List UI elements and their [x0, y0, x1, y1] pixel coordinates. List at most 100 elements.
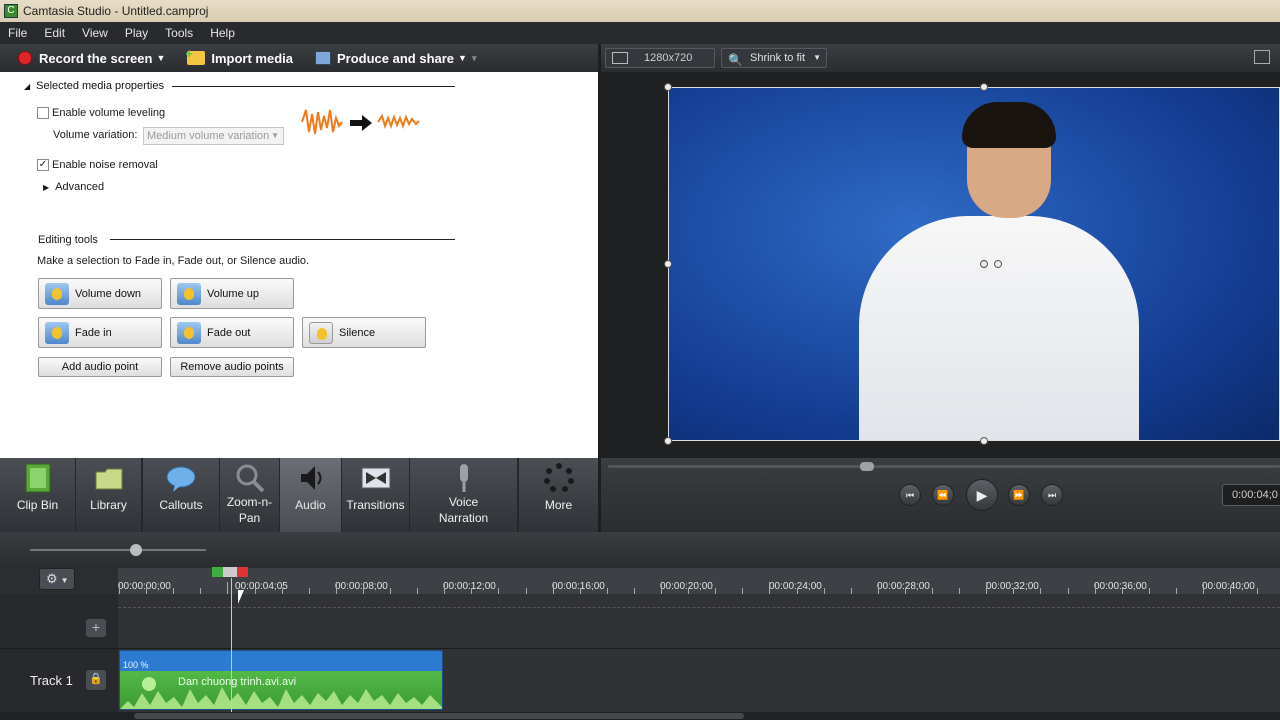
ruler-tick [661, 582, 662, 594]
presenter-body [859, 216, 1139, 440]
track-divider [0, 648, 1280, 649]
ruler-tick [552, 582, 554, 594]
ruler-label: 00:00:16;00 [552, 581, 605, 592]
menu-view[interactable]: View [82, 26, 108, 40]
volume-down-icon [45, 282, 69, 305]
selected-media-heading[interactable]: ◢ Selected media properties [24, 80, 164, 92]
produce-share-button[interactable]: Produce and share ▼ ▾ [314, 51, 477, 66]
silence-button[interactable]: Silence [302, 317, 426, 348]
resize-handle[interactable] [980, 83, 988, 91]
audio-video-clip[interactable]: 100 % Dan chuong trinh.avi.avi [119, 650, 443, 710]
tab-library[interactable]: Library [76, 458, 142, 532]
silence-icon [309, 321, 333, 344]
resize-handle[interactable] [664, 437, 672, 445]
film-icon [314, 51, 331, 65]
ruler-label: 00:00:40;00 [1202, 581, 1255, 592]
toolbar-overflow-icon[interactable]: ▾ [467, 53, 477, 64]
record-screen-button[interactable]: Record the screen ▼ [18, 51, 165, 66]
ruler-tick [227, 582, 229, 594]
play-button[interactable]: ▶ [966, 479, 998, 511]
lock-icon[interactable]: 🔒 [86, 670, 106, 690]
rotate-handle[interactable] [994, 260, 1002, 268]
preview-seek-thumb[interactable] [860, 462, 874, 471]
checkbox-empty-icon [37, 107, 49, 119]
import-media-label: Import media [211, 50, 293, 66]
tab-zoom-n-pan[interactable]: Zoom-n- Pan [220, 458, 280, 532]
volume-up-button[interactable]: Volume up [170, 278, 294, 309]
magnifier-icon [236, 464, 264, 493]
ruler-label: 00:00:20;00 [660, 581, 713, 592]
checkmark-icon: ✓ [37, 159, 49, 171]
tab-clip-bin[interactable]: Clip Bin [0, 458, 76, 532]
title-bar: C Camtasia Studio - Untitled.camproj [0, 0, 1280, 22]
tab-audio[interactable]: Audio [280, 458, 342, 532]
timeline-ruler[interactable]: 00:00:00;00 00:00:04;05 00:00:08;00 00:0… [118, 568, 1280, 594]
fade-in-button[interactable]: Fade in [38, 317, 162, 348]
volume-down-button[interactable]: Volume down [38, 278, 162, 309]
tab-voice-narration[interactable]: Voice Narration [410, 458, 518, 532]
timeline-zoom-slider[interactable] [30, 549, 206, 551]
chevron-down-icon: ▼ [60, 576, 69, 585]
timeline-settings-button[interactable]: ⚙ ▼ [39, 568, 75, 590]
canvas-dimensions-button[interactable]: 1280x720 [605, 48, 715, 68]
preview-seek-track[interactable] [608, 465, 1280, 468]
menu-file[interactable]: File [8, 26, 27, 40]
volume-leveling-checkbox[interactable]: Enable volume leveling [37, 107, 165, 119]
jump-start-button[interactable]: ⏮ [899, 484, 921, 506]
window-title: Camtasia Studio - Untitled.camproj [23, 4, 209, 18]
transitions-icon [361, 467, 390, 489]
menu-help[interactable]: Help [210, 26, 235, 40]
folder-add-icon [185, 46, 206, 65]
timeline-zoom-thumb[interactable] [130, 544, 142, 556]
playhead-line[interactable] [231, 578, 232, 720]
add-track-icon[interactable]: + [86, 619, 106, 637]
clip-media-icon [142, 677, 156, 691]
task-tabs: Clip Bin Library Callouts Zoom-n- Pan Au… [0, 458, 598, 532]
clip-volume-label: 100 % [123, 660, 149, 670]
microphone-icon [459, 464, 468, 492]
chevron-down-icon: ▼ [458, 53, 467, 63]
playhead-range-handle[interactable] [212, 567, 248, 577]
zoom-select[interactable]: 🔍 Shrink to fit ▼ [721, 48, 827, 68]
ruler-tick [335, 582, 337, 594]
playback-time: 0:00:04;0 [1222, 484, 1280, 506]
add-audio-point-button[interactable]: Add audio point [38, 357, 162, 377]
tab-transitions[interactable]: Transitions [342, 458, 410, 532]
fade-out-icon [177, 321, 201, 344]
volume-up-icon [177, 282, 201, 305]
track-headers [0, 594, 118, 720]
presenter-hair [962, 102, 1056, 148]
menu-tools[interactable]: Tools [165, 26, 193, 40]
resize-handle[interactable] [980, 437, 988, 445]
tab-callouts[interactable]: Callouts [142, 458, 220, 532]
ruler-label: 00:00:08;00 [335, 581, 388, 592]
remove-audio-points-button[interactable]: Remove audio points [170, 357, 294, 377]
ruler-label: 00:00:24;00 [769, 581, 822, 592]
resize-handle[interactable] [664, 83, 672, 91]
noise-removal-checkbox[interactable]: ✓ Enable noise removal [37, 159, 158, 171]
tab-more[interactable]: More [518, 458, 598, 532]
record-screen-label: Record the screen [39, 50, 153, 66]
editing-tools-heading: Editing tools [38, 234, 98, 246]
video-preview[interactable] [668, 87, 1280, 441]
advanced-expander[interactable]: ▶ Advanced [43, 181, 104, 193]
menu-edit[interactable]: Edit [44, 26, 65, 40]
ruler-tick [877, 582, 879, 594]
resize-handle[interactable] [664, 260, 672, 268]
menu-play[interactable]: Play [125, 26, 148, 40]
volume-variation-label: Volume variation: [53, 129, 138, 141]
detach-preview-icon[interactable] [1254, 50, 1270, 64]
ruler-tick [1203, 582, 1204, 594]
rotate-handle[interactable] [980, 260, 988, 268]
gear-icon: ⚙ [46, 571, 58, 586]
record-icon [18, 51, 32, 65]
step-back-button[interactable]: ⏪ [932, 484, 954, 506]
step-forward-button[interactable]: ⏩ [1008, 484, 1030, 506]
section-divider [110, 239, 455, 240]
import-media-button[interactable]: Import media [185, 46, 293, 66]
scrollbar-thumb[interactable] [134, 713, 744, 719]
fade-out-button[interactable]: Fade out [170, 317, 294, 348]
volume-variation-select[interactable]: Medium volume variation ▼ [143, 127, 284, 145]
timeline-horizontal-scrollbar[interactable] [0, 712, 1280, 720]
jump-end-button[interactable]: ⏭ [1041, 484, 1063, 506]
